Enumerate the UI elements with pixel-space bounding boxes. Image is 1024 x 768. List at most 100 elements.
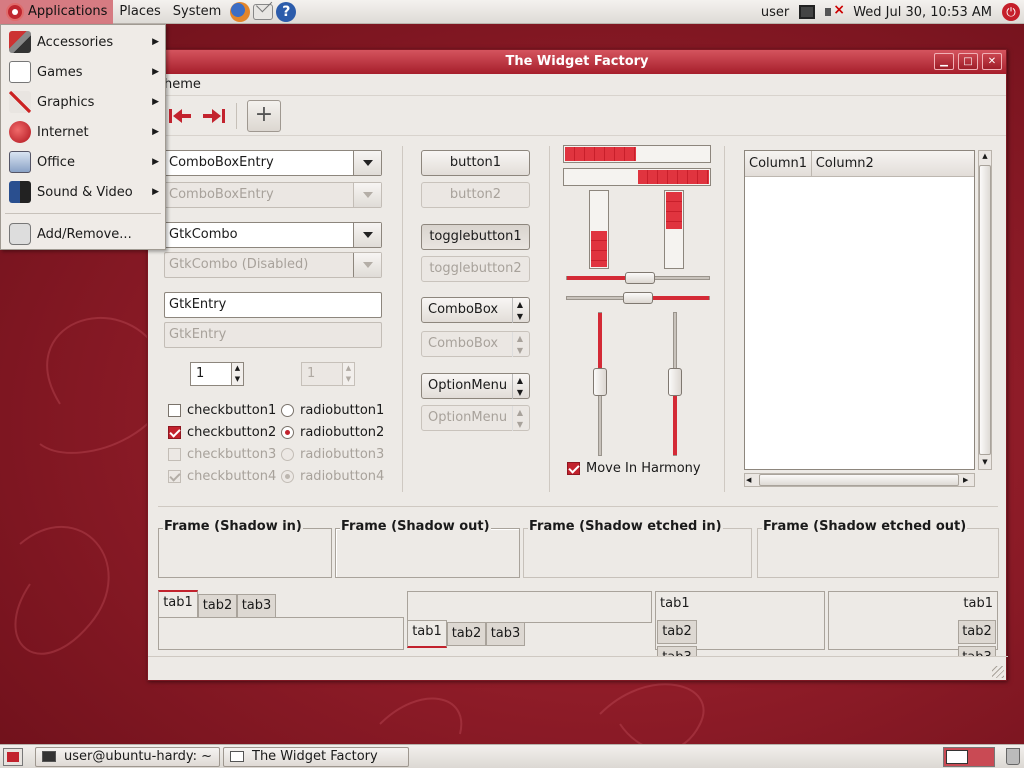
scroll-right-icon[interactable]: ▶: [963, 474, 973, 486]
window-titlebar[interactable]: The Widget Factory ▁ □ ✕: [148, 50, 1006, 74]
menu-item-internet[interactable]: Internet ▶: [1, 117, 165, 147]
add-remove-icon: [9, 223, 31, 245]
gtkentry[interactable]: GtkEntry: [164, 292, 382, 318]
tab1[interactable]: tab1: [963, 596, 993, 611]
tab1[interactable]: tab1: [407, 620, 447, 648]
tab1[interactable]: tab1: [660, 596, 690, 611]
user-switcher[interactable]: user: [761, 5, 789, 20]
gtkcombo[interactable]: GtkCombo: [164, 222, 382, 248]
menu-item-label: Internet: [37, 124, 89, 140]
help-launcher-icon[interactable]: ?: [276, 1, 297, 22]
scroll-down-icon[interactable]: ▼: [980, 458, 990, 468]
vertical-scrollbar[interactable]: ▲ ▼: [978, 150, 992, 470]
tab2[interactable]: tab2: [447, 622, 486, 646]
radiobutton2-label: radiobutton2: [300, 424, 385, 440]
spin-arrows-icon[interactable]: ▲ ▼: [231, 363, 243, 385]
tab3[interactable]: tab3: [486, 622, 525, 646]
firefox-launcher-icon[interactable]: [230, 1, 251, 22]
progress-fill: [565, 147, 636, 161]
tab2-label: tab2: [451, 626, 482, 641]
taskbar-item-label: user@ubuntu-hardy: ~: [64, 749, 213, 764]
checkbutton4: checkbutton4: [168, 465, 276, 487]
move-in-harmony-label: Move In Harmony: [586, 460, 701, 476]
vscale-1-slider[interactable]: [593, 368, 607, 396]
menu-item-games[interactable]: Games ▶: [1, 57, 165, 87]
maximize-button[interactable]: □: [958, 53, 978, 70]
radiobutton1[interactable]: radiobutton1: [281, 399, 384, 421]
tab2-label: tab2: [662, 624, 692, 639]
tab1[interactable]: tab1: [158, 590, 198, 618]
checkbutton2[interactable]: checkbutton2: [168, 421, 276, 443]
hscale-2-slider[interactable]: [623, 292, 653, 304]
menu-item-add-remove[interactable]: Add/Remove...: [1, 219, 165, 249]
chevron-down-icon: [353, 253, 381, 277]
taskbar-item-widget-factory[interactable]: The Widget Factory: [223, 747, 409, 767]
updown-arrows-icon: ▲ ▼: [511, 298, 523, 323]
applications-menu[interactable]: Applications: [0, 0, 114, 24]
scroll-left-icon[interactable]: ◀: [746, 474, 756, 486]
updown-arrows-icon: ▲ ▼: [511, 332, 523, 357]
submenu-arrow-icon: ▶: [152, 67, 159, 77]
places-menu[interactable]: Places: [113, 0, 166, 24]
system-menu[interactable]: System: [167, 0, 227, 24]
menu-item-accessories[interactable]: Accessories ▶: [1, 27, 165, 57]
comboboxentry[interactable]: ComboBoxEntry: [164, 150, 382, 176]
notebook-top: [158, 617, 404, 650]
togglebutton1[interactable]: togglebutton1: [421, 224, 530, 250]
goto-last-icon[interactable]: [202, 106, 226, 126]
tab3[interactable]: tab3: [958, 646, 996, 656]
menu-item-sound-video[interactable]: Sound & Video ▶: [1, 177, 165, 207]
close-button[interactable]: ✕: [982, 53, 1002, 70]
power-icon[interactable]: ⏻: [1002, 3, 1020, 21]
radiobutton2[interactable]: radiobutton2: [281, 421, 384, 443]
spinbutton[interactable]: 1 ▲ ▼: [190, 362, 244, 386]
chevron-down-icon[interactable]: [353, 223, 381, 247]
minimize-button[interactable]: ▁: [934, 53, 954, 70]
taskbar-item-terminal[interactable]: user@ubuntu-hardy: ~: [35, 747, 220, 767]
trash-icon[interactable]: [1006, 748, 1020, 765]
chevron-down-icon[interactable]: [353, 151, 381, 175]
volume-muted-icon[interactable]: [825, 2, 845, 19]
menu-item-label: Sound & Video: [37, 184, 133, 200]
mail-launcher-icon[interactable]: [253, 3, 274, 20]
optionmenu[interactable]: OptionMenu ▲ ▼: [421, 373, 530, 399]
hscale-1-slider[interactable]: [625, 272, 655, 284]
treeview[interactable]: Column1 Column2: [744, 150, 975, 470]
combobox-disabled: ComboBox ▲ ▼: [421, 331, 530, 357]
tab3[interactable]: tab3: [237, 594, 276, 618]
checkbox-icon: [168, 403, 181, 417]
column1-header[interactable]: Column1: [745, 151, 812, 176]
menu-item-label: Games: [37, 64, 83, 80]
resize-grip-icon[interactable]: [992, 666, 1004, 678]
network-icon[interactable]: [799, 5, 816, 19]
spin-arrows-icon: ▲ ▼: [342, 363, 354, 385]
statusbar-separator: [148, 656, 1008, 657]
clock[interactable]: Wed Jul 30, 10:53 AM: [853, 5, 992, 20]
show-desktop-icon[interactable]: [3, 748, 23, 766]
combobox[interactable]: ComboBox ▲ ▼: [421, 297, 530, 323]
horizontal-scrollbar[interactable]: ◀ ▶: [744, 473, 975, 487]
goto-first-icon[interactable]: [168, 106, 192, 126]
move-in-harmony-check[interactable]: Move In Harmony: [567, 457, 701, 479]
tab2[interactable]: tab2: [958, 620, 996, 644]
comboboxentry-disabled-text: ComboBoxEntry: [169, 187, 274, 202]
tab3[interactable]: tab3: [657, 646, 697, 656]
scroll-up-icon[interactable]: ▲: [980, 152, 990, 162]
checkbutton1[interactable]: checkbutton1: [168, 399, 276, 421]
chevron-down-icon: [353, 183, 381, 207]
menu-theme[interactable]: heme: [164, 77, 201, 92]
tab2[interactable]: tab2: [657, 620, 697, 644]
column2-header[interactable]: Column2: [812, 151, 974, 176]
add-icon[interactable]: +: [247, 99, 281, 132]
scrollbar-thumb[interactable]: [759, 474, 959, 486]
tab2-label: tab2: [202, 598, 233, 613]
vscale-2-slider[interactable]: [668, 368, 682, 396]
button1[interactable]: button1: [421, 150, 530, 176]
ubuntu-logo-icon: [6, 2, 24, 21]
menu-item-graphics[interactable]: Graphics ▶: [1, 87, 165, 117]
tab2[interactable]: tab2: [198, 594, 237, 618]
workspace-switcher[interactable]: [943, 747, 995, 767]
menu-item-office[interactable]: Office ▶: [1, 147, 165, 177]
workspace-active[interactable]: [946, 750, 968, 764]
scrollbar-thumb[interactable]: [979, 165, 991, 455]
